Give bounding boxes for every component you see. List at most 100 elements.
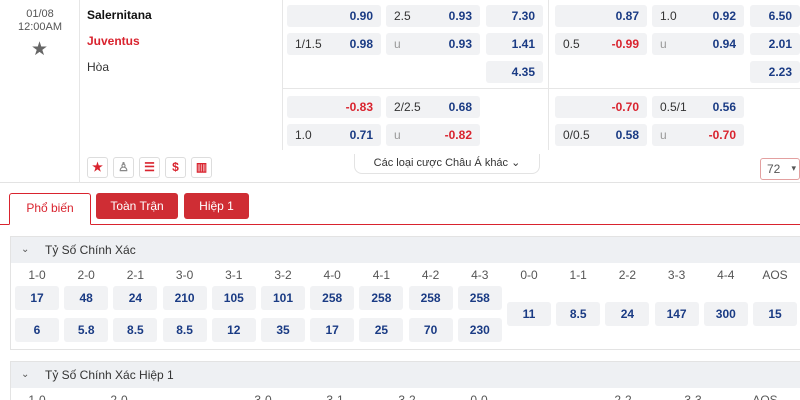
score-odds-cell[interactable]: 25 xyxy=(359,318,404,342)
correct-score-h1-section: ⌄ Tỷ Số Chính Xác Hiệp 1 1-0 2-0 3-0 3-1 3-2… xyxy=(10,361,800,400)
score-label: 3-0 xyxy=(175,268,194,282)
score-odds-cell[interactable]: 17 xyxy=(15,286,59,310)
odds-cell[interactable]: 0.5/1 0.56 xyxy=(652,96,744,118)
score-label: AOS xyxy=(762,268,788,282)
score-odds-cell[interactable]: 8.5 xyxy=(556,302,601,326)
score-odds-cell[interactable]: 24 xyxy=(113,286,158,310)
score-odds-cell[interactable]: 258 xyxy=(359,286,404,310)
odds-cell[interactable]: 2.23 xyxy=(750,61,800,83)
draw-label: Hòa xyxy=(87,60,110,74)
score-odds-cell[interactable]: 15 xyxy=(753,302,797,326)
lineup-icon[interactable]: ☰ xyxy=(139,157,160,178)
odds-cell[interactable]: 6.50 xyxy=(750,5,800,27)
score-odds-cell[interactable]: 8.5 xyxy=(162,318,207,342)
score-label: 4-4 xyxy=(717,268,735,282)
score-label: 1-1 xyxy=(569,268,587,282)
tab-full-match[interactable]: Toàn Trận xyxy=(96,193,178,219)
score-odds-cell[interactable]: 258 xyxy=(457,286,502,310)
score-odds-cell[interactable]: 8.5 xyxy=(113,318,158,342)
score-label: 1-0 xyxy=(28,393,46,400)
tab-popular[interactable]: Phổ biến xyxy=(9,193,91,225)
odds-cell[interactable]: 0.87 xyxy=(555,5,647,27)
chevron-down-icon: ⌄ xyxy=(21,244,30,255)
score-odds-cell[interactable]: 258 xyxy=(310,286,355,310)
score-label: 3-1 xyxy=(225,268,243,282)
jersey-icon[interactable]: ♙ xyxy=(113,157,134,178)
market-tabs: Phổ biến Toàn Trận Hiệp 1 xyxy=(0,183,800,225)
home-team[interactable]: Salernitana xyxy=(87,8,152,22)
odds-cell[interactable]: 2.01 xyxy=(750,33,800,55)
score-label: 0-0 xyxy=(520,268,538,282)
odds-cell[interactable]: 4.35 xyxy=(486,61,543,83)
section-header[interactable]: ⌄ Tỷ Số Chính Xác Hiệp 1 xyxy=(11,362,800,388)
score-label: 2-0 xyxy=(110,393,128,400)
score-label: 3-3 xyxy=(684,393,702,400)
score-label: 4-2 xyxy=(421,268,440,282)
score-odds-cell[interactable]: 210 xyxy=(162,286,207,310)
score-label: 3-3 xyxy=(667,268,686,282)
match-time: 12:00AM xyxy=(17,21,63,33)
score-odds-cell[interactable]: 11 xyxy=(507,302,551,326)
odds-cell[interactable]: -0.83 xyxy=(287,96,381,118)
odds-cell[interactable]: 1.0 0.92 xyxy=(652,5,744,27)
score-odds-cell[interactable]: 70 xyxy=(408,318,453,342)
chevron-down-icon: ⌄ xyxy=(21,369,30,380)
match-row: 01/08 12:00AM ★ Salernitana Juventus Hòa… xyxy=(0,0,800,183)
section-header[interactable]: ⌄ Tỷ Số Chính Xác xyxy=(11,237,800,263)
dollar-icon[interactable]: $ xyxy=(165,157,186,178)
score-label: 2-2 xyxy=(618,268,637,282)
odds-cell[interactable]: 7.30 xyxy=(486,5,543,27)
score-odds-cell[interactable]: 101 xyxy=(261,286,305,310)
tab-first-half[interactable]: Hiệp 1 xyxy=(184,193,249,219)
odds-cell[interactable]: -0.70 xyxy=(555,96,647,118)
score-odds-cell[interactable]: 258 xyxy=(408,286,453,310)
score-odds-cell[interactable]: 300 xyxy=(703,302,748,326)
score-label: 3-2 xyxy=(398,393,416,400)
odds-cell[interactable]: u 0.94 xyxy=(652,33,744,55)
odds-cell[interactable]: 2.5 0.93 xyxy=(386,5,480,27)
divider xyxy=(282,88,800,89)
section-title: Tỷ Số Chính Xác xyxy=(45,243,136,257)
divider xyxy=(548,0,549,150)
section-title: Tỷ Số Chính Xác Hiệp 1 xyxy=(45,368,174,382)
score-odds-cell[interactable]: 105 xyxy=(211,286,256,310)
odds-cell[interactable]: 0.5 -0.99 xyxy=(555,33,647,55)
odds-cell[interactable]: 2/2.5 0.68 xyxy=(386,96,480,118)
score-odds-cell[interactable]: 48 xyxy=(64,286,109,310)
score-label: 2-1 xyxy=(126,268,145,282)
score-odds-cell[interactable]: 6 xyxy=(15,318,59,342)
score-label: AOS xyxy=(752,393,778,400)
odds-cell[interactable]: 0.90 xyxy=(287,5,381,27)
score-odds-cell[interactable]: 147 xyxy=(654,302,699,326)
score-odds-cell[interactable]: 5.8 xyxy=(64,318,109,342)
score-label: 3-0 xyxy=(254,393,272,400)
score-label: 1-0 xyxy=(28,268,46,282)
odds-cell[interactable]: u 0.93 xyxy=(386,33,480,55)
score-odds-cell[interactable]: 12 xyxy=(211,318,256,342)
score-odds-cell[interactable]: 230 xyxy=(457,318,502,342)
away-team[interactable]: Juventus xyxy=(87,34,140,48)
odds-cell[interactable]: u -0.82 xyxy=(386,124,480,146)
odds-cell[interactable]: u -0.70 xyxy=(652,124,744,146)
odds-cell[interactable]: 1.41 xyxy=(486,33,543,55)
more-asian-odds-link[interactable]: Các loại cược Châu Á khác ⌄ xyxy=(354,154,540,174)
score-label: 4-1 xyxy=(372,268,391,282)
score-odds-cell[interactable]: 35 xyxy=(261,318,305,342)
score-label: 0-0 xyxy=(470,393,488,400)
stats-icon[interactable]: ▥ xyxy=(191,157,212,178)
odds-cell[interactable]: 1.0 0.71 xyxy=(287,124,381,146)
score-label: 4-0 xyxy=(323,268,341,282)
score-label: 3-2 xyxy=(274,268,292,282)
odds-cell[interactable]: 0/0.5 0.58 xyxy=(555,124,647,146)
star-icon[interactable]: ★ xyxy=(87,157,108,178)
score-label: 2-0 xyxy=(77,268,95,282)
score-odds-cell[interactable]: 24 xyxy=(605,302,650,326)
favorite-star-icon[interactable]: ★ xyxy=(31,38,48,61)
more-link-label: Các loại cược Châu Á khác xyxy=(373,157,509,169)
match-date: 01/08 xyxy=(26,8,54,20)
correct-score-section: ⌄ Tỷ Số Chính Xác 1-0 2-0 2-1 3-0 3-1 3-2 4-0 4… xyxy=(10,236,800,350)
more-markets-count[interactable]: 72 ▾ xyxy=(760,158,800,180)
score-odds-cell[interactable]: 17 xyxy=(310,318,355,342)
chevron-down-icon: ⌄ xyxy=(511,157,521,169)
odds-cell[interactable]: 1/1.5 0.98 xyxy=(287,33,381,55)
